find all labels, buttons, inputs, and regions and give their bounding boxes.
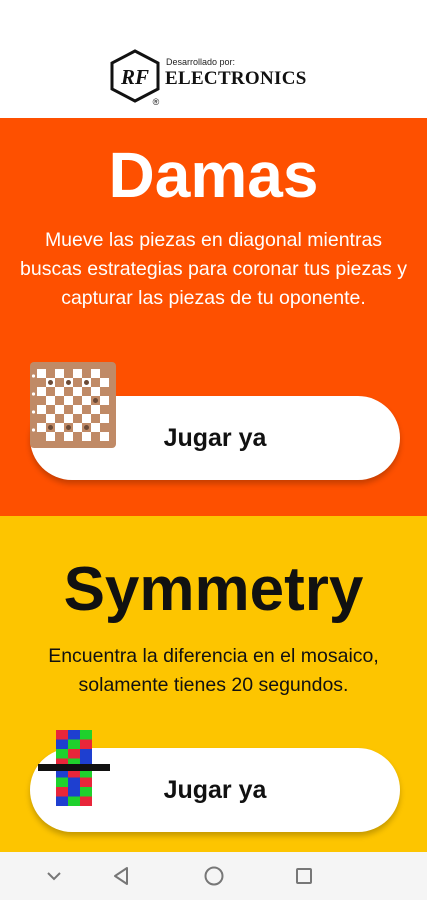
symmetry-description: Encuentra la diferencia en el mosaico, s… xyxy=(48,645,379,696)
developed-by-label: Desarrollado por: xyxy=(166,57,236,67)
back-triangle-icon[interactable] xyxy=(108,862,136,890)
rf-logo-icon: RF ® xyxy=(110,49,160,106)
damas-description: Mueve las piezas en diagonal mientras bu… xyxy=(20,229,407,309)
app-header: RF ® Desarrollado por: ELECTRONICS xyxy=(0,0,427,118)
registered-mark: ® xyxy=(153,97,160,106)
logo-letters: RF xyxy=(120,65,149,89)
symmetry-title: Symmetry xyxy=(63,555,364,624)
mosaic-grid-icon xyxy=(38,730,110,806)
recents-square-icon[interactable] xyxy=(290,862,318,890)
checkers-board-icon xyxy=(30,362,116,448)
brand-name: ELECTRONICS xyxy=(165,68,307,89)
home-circle-icon[interactable] xyxy=(200,862,228,890)
damas-card: Damas Mueve las piezas en diagonal mient… xyxy=(0,118,427,516)
system-nav-bar xyxy=(0,852,427,900)
chevron-down-icon[interactable] xyxy=(40,862,68,890)
damas-title: Damas xyxy=(108,139,319,211)
symmetry-card: Symmetry Encuentra la diferencia en el m… xyxy=(0,516,427,852)
